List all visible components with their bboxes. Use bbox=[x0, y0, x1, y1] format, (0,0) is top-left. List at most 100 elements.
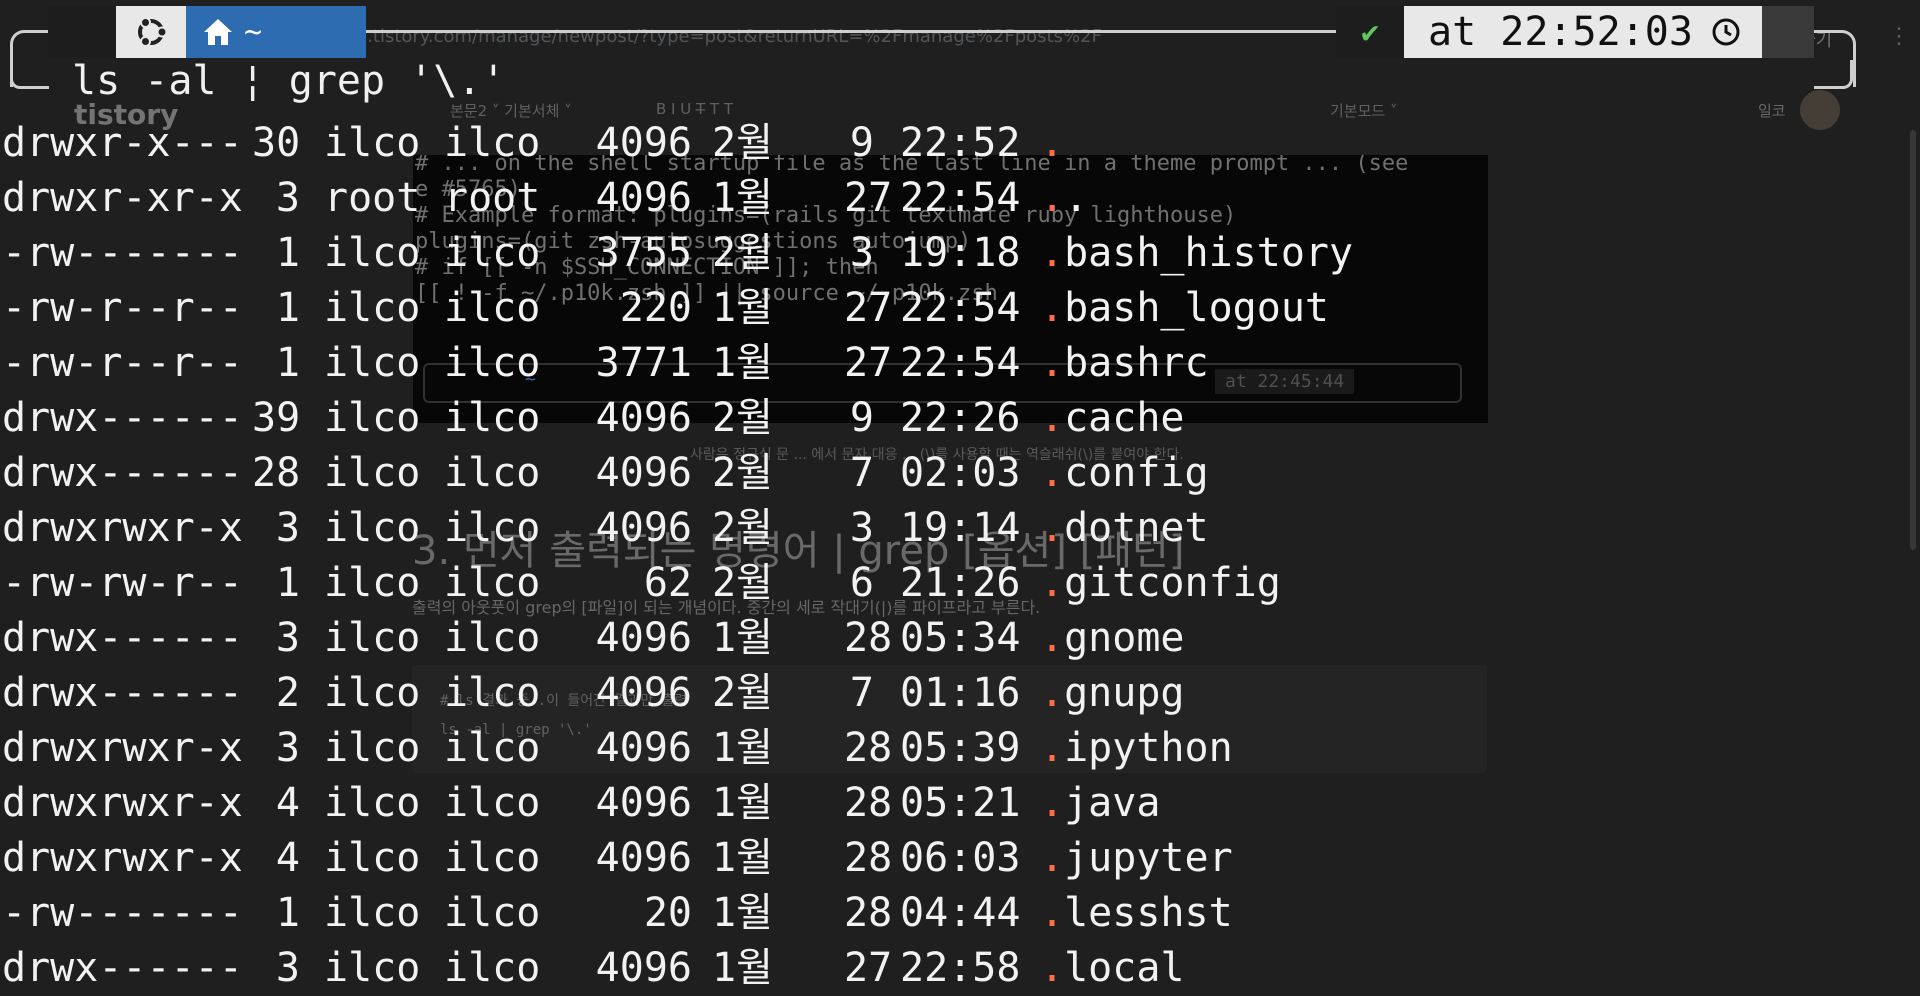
ls-month: 2월 bbox=[712, 230, 773, 276]
ls-owner: ilco bbox=[324, 780, 421, 826]
ls-month: 1월 bbox=[712, 945, 773, 991]
ubuntu-logo-icon bbox=[116, 6, 186, 58]
ls-size: 4096 bbox=[595, 670, 692, 716]
ls-filename: .. bbox=[1040, 171, 1088, 226]
ls-filename-rest: bashrc bbox=[1064, 340, 1209, 386]
grep-match-dot: . bbox=[1040, 230, 1065, 276]
ls-month: 1월 bbox=[712, 725, 773, 771]
ls-links: 39 bbox=[252, 395, 301, 441]
ls-time: 22:54 bbox=[900, 285, 1021, 331]
ls-filename: .bash_logout bbox=[1040, 281, 1329, 336]
editor-mode-selector[interactable]: 기본모드 ˅ bbox=[1330, 100, 1397, 121]
ls-owner: ilco bbox=[324, 560, 421, 606]
ls-time: 05:34 bbox=[900, 615, 1021, 661]
ls-links: 4 bbox=[275, 780, 300, 826]
ls-filename: .lesshst bbox=[1040, 886, 1233, 941]
ls-month: 1월 bbox=[712, 890, 773, 936]
ls-filename-rest: dotnet bbox=[1064, 505, 1209, 551]
ls-time: 22:54 bbox=[900, 340, 1021, 386]
ls-filename-rest: lesshst bbox=[1064, 890, 1233, 936]
ls-month: 1월 bbox=[712, 835, 773, 881]
ls-size: 4096 bbox=[595, 945, 692, 991]
ls-perm: drwxr-x--- bbox=[2, 120, 243, 166]
ls-filename: .cache bbox=[1040, 391, 1185, 446]
ls-links: 3 bbox=[275, 615, 300, 661]
ls-filename: .ipython bbox=[1040, 721, 1233, 776]
ls-time: 21:26 bbox=[900, 560, 1021, 606]
ls-owner: ilco bbox=[324, 670, 421, 716]
ls-owner: ilco bbox=[324, 340, 421, 386]
ls-filename: .gitconfig bbox=[1040, 556, 1281, 611]
ls-time: 22:52 bbox=[900, 120, 1021, 166]
ls-day: 7 bbox=[849, 450, 874, 496]
command-line[interactable]: ls -al ¦ grep '\.' bbox=[72, 58, 505, 104]
grep-match-dot: . bbox=[1040, 615, 1065, 661]
ls-day: 28 bbox=[844, 725, 893, 771]
ls-links: 3 bbox=[275, 505, 300, 551]
ls-links: 1 bbox=[275, 285, 300, 331]
ls-month: 1월 bbox=[712, 780, 773, 826]
ls-filename: .local bbox=[1040, 941, 1185, 996]
ls-links: 1 bbox=[275, 560, 300, 606]
grep-match-dot: . bbox=[1040, 395, 1065, 441]
ls-group: ilco bbox=[444, 230, 541, 276]
ls-group: ilco bbox=[444, 725, 541, 771]
ls-links: 28 bbox=[252, 450, 301, 496]
ls-size: 4096 bbox=[595, 450, 692, 496]
ls-month: 1월 bbox=[712, 340, 773, 386]
grep-match-dot: . bbox=[1040, 725, 1065, 771]
grep-match-dot: . bbox=[1040, 120, 1065, 166]
ls-perm: -rw-rw-r-- bbox=[2, 560, 243, 606]
ls-filename: .java bbox=[1040, 776, 1160, 831]
ls-owner: ilco bbox=[324, 890, 421, 936]
ls-group: ilco bbox=[444, 615, 541, 661]
ls-size: 3755 bbox=[595, 230, 692, 276]
ls-size: 4096 bbox=[595, 120, 692, 166]
ls-day: 28 bbox=[844, 890, 893, 936]
ls-links: 30 bbox=[252, 120, 301, 166]
ls-filename-rest: jupyter bbox=[1064, 835, 1233, 881]
kebab-menu-icon[interactable]: ⋮ bbox=[1888, 24, 1910, 49]
page-scrollbar[interactable] bbox=[1910, 130, 1916, 550]
ls-filename: .dotnet bbox=[1040, 501, 1209, 556]
prompt-frame-corner bbox=[1814, 60, 1853, 89]
ls-perm: drwxrwxr-x bbox=[2, 835, 243, 881]
ls-time: 22:26 bbox=[900, 395, 1021, 441]
ls-perm: drwxrwxr-x bbox=[2, 725, 243, 771]
ls-filename: . bbox=[1040, 116, 1064, 171]
ls-owner: ilco bbox=[324, 945, 421, 991]
grep-match-dot: . bbox=[1040, 945, 1065, 991]
ls-time: 04:44 bbox=[900, 890, 1021, 936]
ls-filename: .config bbox=[1040, 446, 1209, 501]
ls-filename: .bashrc bbox=[1040, 336, 1209, 391]
ls-month: 2월 bbox=[712, 450, 773, 496]
grep-match-dot: . bbox=[1040, 505, 1065, 551]
ls-size: 3771 bbox=[595, 340, 692, 386]
ls-group: ilco bbox=[444, 450, 541, 496]
ls-filename-rest: local bbox=[1064, 945, 1185, 991]
ls-perm: drwxrwxr-x bbox=[2, 505, 243, 551]
ls-group: ilco bbox=[444, 340, 541, 386]
ls-links: 4 bbox=[275, 835, 300, 881]
grep-match-dot: . bbox=[1040, 780, 1065, 826]
ls-month: 2월 bbox=[712, 120, 773, 166]
ls-time: 06:03 bbox=[900, 835, 1021, 881]
ls-perm: drwx------ bbox=[2, 395, 243, 441]
ls-owner: ilco bbox=[324, 835, 421, 881]
ls-day: 27 bbox=[844, 285, 893, 331]
ls-group: ilco bbox=[444, 780, 541, 826]
ls-group: ilco bbox=[444, 395, 541, 441]
ls-day: 27 bbox=[844, 945, 893, 991]
ls-day: 6 bbox=[849, 560, 874, 606]
ls-size: 220 bbox=[619, 285, 692, 331]
ls-filename-rest: gnupg bbox=[1064, 670, 1185, 716]
ls-filename-rest: bash_history bbox=[1064, 230, 1354, 276]
ls-owner: ilco bbox=[324, 505, 421, 551]
ls-time: 05:39 bbox=[900, 725, 1021, 771]
ls-perm: drwx------ bbox=[2, 945, 243, 991]
ls-group: ilco bbox=[444, 835, 541, 881]
grep-match-dot: . bbox=[1040, 835, 1065, 881]
avatar[interactable] bbox=[1800, 90, 1840, 130]
ls-day: 27 bbox=[844, 175, 893, 221]
inner-time-label: at 22:45:44 bbox=[1215, 369, 1355, 394]
